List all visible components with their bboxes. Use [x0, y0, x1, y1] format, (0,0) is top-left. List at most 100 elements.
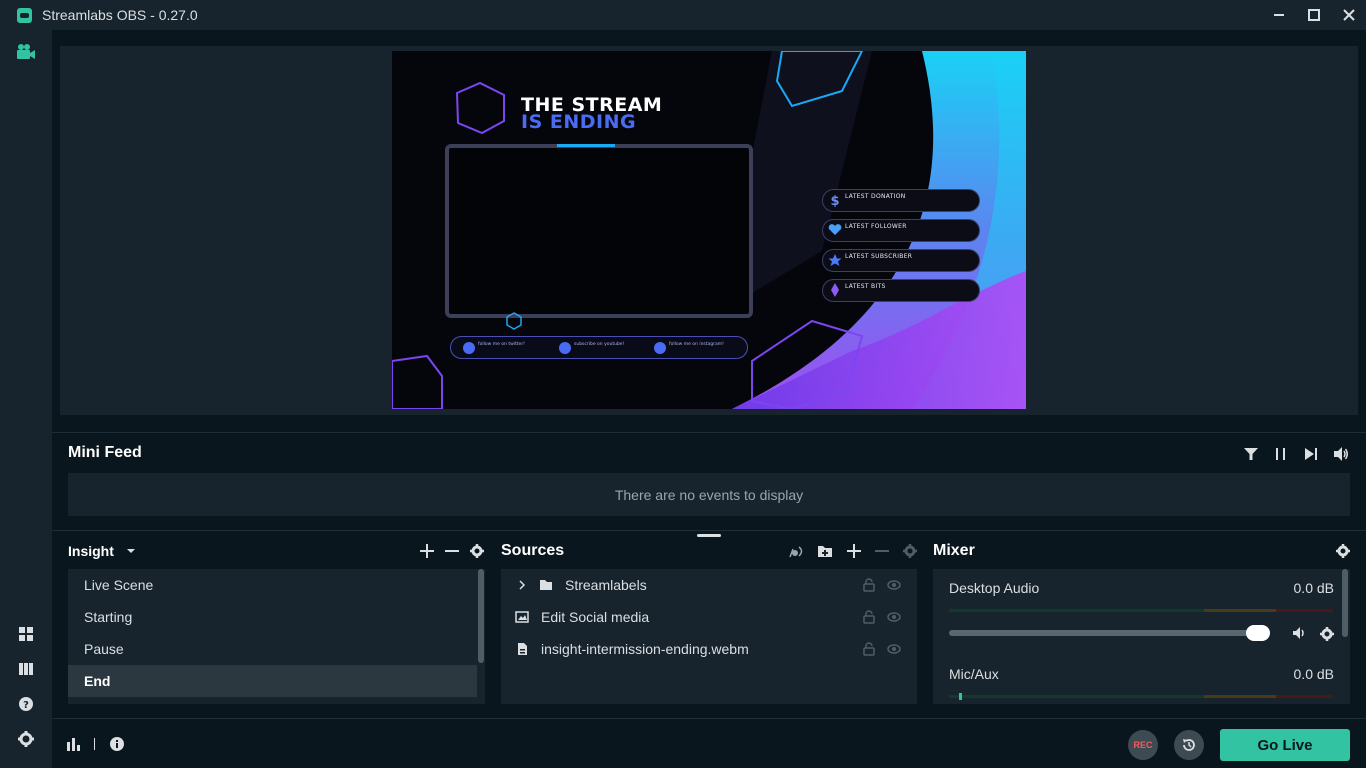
close-button[interactable] — [1331, 0, 1366, 30]
lock-icon[interactable] — [862, 642, 876, 656]
scenes-list: Live Scene Starting Pause End — [68, 569, 485, 704]
source-label: insight-intermission-ending.webm — [541, 641, 749, 657]
scene-item[interactable]: Live Scene — [68, 569, 477, 601]
lock-icon[interactable] — [862, 578, 876, 592]
scene-settings-button[interactable] — [468, 542, 486, 560]
replay-buffer-button[interactable] — [1174, 730, 1204, 760]
eye-icon[interactable] — [887, 610, 901, 624]
footer-bar: REC Go Live — [52, 718, 1366, 768]
volume-icon[interactable] — [1292, 626, 1308, 640]
gear-icon[interactable] — [1320, 627, 1334, 641]
mixer-list: Desktop Audio 0.0 dB Mic/Aux 0.0 dB — [933, 569, 1350, 704]
mini-feed-volume-button[interactable] — [1332, 445, 1350, 463]
mini-feed-skip-button[interactable] — [1302, 445, 1320, 463]
help-button[interactable]: ? — [16, 694, 36, 714]
diamond-icon — [831, 283, 839, 297]
source-item[interactable]: insight-intermission-ending.webm — [501, 633, 917, 665]
mixer-channel-name: Desktop Audio — [949, 580, 1040, 596]
mixer-scrollbar[interactable] — [1342, 569, 1348, 637]
overlay-alert-bits: LATEST BITS — [822, 279, 980, 302]
layout-editor-button[interactable] — [16, 624, 36, 644]
source-effects-button[interactable] — [788, 542, 806, 560]
twitter-icon — [463, 342, 475, 354]
scene-item[interactable]: Starting — [68, 601, 477, 633]
eye-icon[interactable] — [887, 578, 901, 592]
folder-icon — [540, 580, 552, 590]
window-title: Streamlabs OBS - 0.27.0 — [42, 7, 198, 23]
lock-icon[interactable] — [862, 610, 876, 624]
mixer-channel-name: Mic/Aux — [949, 666, 999, 682]
mixer-title: Mixer — [933, 542, 975, 559]
mini-feed-empty-message: There are no events to display — [68, 473, 1350, 516]
stream-preview[interactable]: THE STREAM IS ENDING $ LATEST DONATION L… — [392, 51, 1026, 409]
youtube-icon — [559, 342, 571, 354]
minus-icon — [445, 550, 459, 552]
mini-feed-controls — [1242, 445, 1350, 463]
add-scene-button[interactable] — [418, 542, 436, 560]
info-icon — [110, 737, 124, 751]
go-live-button[interactable]: Go Live — [1220, 729, 1350, 761]
scenes-scrollbar[interactable] — [478, 569, 484, 663]
svg-text:?: ? — [23, 700, 29, 711]
source-item[interactable]: Edit Social media — [501, 601, 917, 633]
filter-icon — [1244, 448, 1258, 460]
studio-mode-button[interactable] — [16, 659, 36, 679]
info-button[interactable] — [109, 736, 125, 752]
audio-meter — [949, 609, 1333, 612]
settings-icon — [18, 731, 34, 747]
plus-icon — [420, 544, 434, 558]
overlay-alert-follower: LATEST FOLLOWER — [822, 219, 980, 242]
eye-icon[interactable] — [887, 642, 901, 656]
performance-stats-button[interactable] — [66, 736, 82, 752]
volume-slider[interactable] — [949, 630, 1269, 636]
window-controls — [1261, 0, 1366, 30]
minimize-icon — [1273, 14, 1284, 16]
settings-button[interactable] — [16, 729, 36, 749]
volume-slider-thumb[interactable] — [1246, 625, 1270, 641]
streamlabs-logo-icon — [17, 7, 32, 23]
source-properties-button[interactable] — [901, 542, 919, 560]
record-button[interactable]: REC — [1128, 730, 1158, 760]
gear-icon — [470, 544, 484, 558]
remove-source-button[interactable] — [873, 542, 891, 560]
history-icon — [1183, 739, 1195, 751]
source-label: Streamlabels — [565, 577, 647, 593]
minimize-button[interactable] — [1261, 0, 1296, 30]
broadcast-icon — [789, 546, 803, 558]
file-icon — [518, 643, 527, 655]
overlay-social-youtube: subscribe on youtube! — [574, 342, 625, 347]
volume-icon — [1334, 447, 1348, 461]
svg-text:$: $ — [830, 194, 839, 207]
sources-list: Streamlabels Edit Social media insight-i… — [501, 569, 917, 704]
minus-icon — [875, 550, 889, 552]
help-icon: ? — [19, 697, 33, 711]
maximize-button[interactable] — [1296, 0, 1331, 30]
add-folder-button[interactable] — [816, 542, 834, 560]
overlay-social-instagram: follow me on instagram! — [669, 342, 724, 347]
sources-title: Sources — [501, 542, 565, 559]
chevron-right-icon[interactable] — [515, 578, 529, 592]
footer-divider — [94, 738, 95, 750]
bottom-docks: Insight Live Scene Starting Pause End So… — [52, 530, 1366, 718]
source-item[interactable]: Streamlabels — [501, 569, 917, 601]
mixer-channel-db: 0.0 dB — [1293, 666, 1334, 682]
add-source-button[interactable] — [845, 542, 863, 560]
mini-feed-pause-button[interactable] — [1272, 445, 1290, 463]
overlay-alert-donation: $ LATEST DONATION — [822, 189, 980, 212]
video-camera-icon — [17, 44, 35, 59]
scene-collection-selector[interactable]: Insight — [68, 543, 136, 559]
remove-scene-button[interactable] — [443, 542, 461, 560]
dollar-icon: $ — [830, 194, 839, 207]
scene-item-active[interactable]: End — [68, 665, 477, 697]
scene-collection-name: Insight — [68, 543, 114, 559]
preview-area: THE STREAM IS ENDING $ LATEST DONATION L… — [60, 46, 1358, 415]
mini-feed-filter-button[interactable] — [1242, 445, 1260, 463]
mixer-settings-button[interactable] — [1334, 542, 1352, 560]
folder-plus-icon — [818, 546, 832, 557]
scene-item[interactable]: Pause — [68, 633, 477, 665]
editor-nav-button[interactable] — [16, 42, 36, 62]
skip-icon — [1305, 448, 1317, 460]
star-icon — [828, 254, 842, 266]
left-sidebar: ? — [0, 30, 52, 768]
maximize-icon — [1307, 9, 1320, 21]
